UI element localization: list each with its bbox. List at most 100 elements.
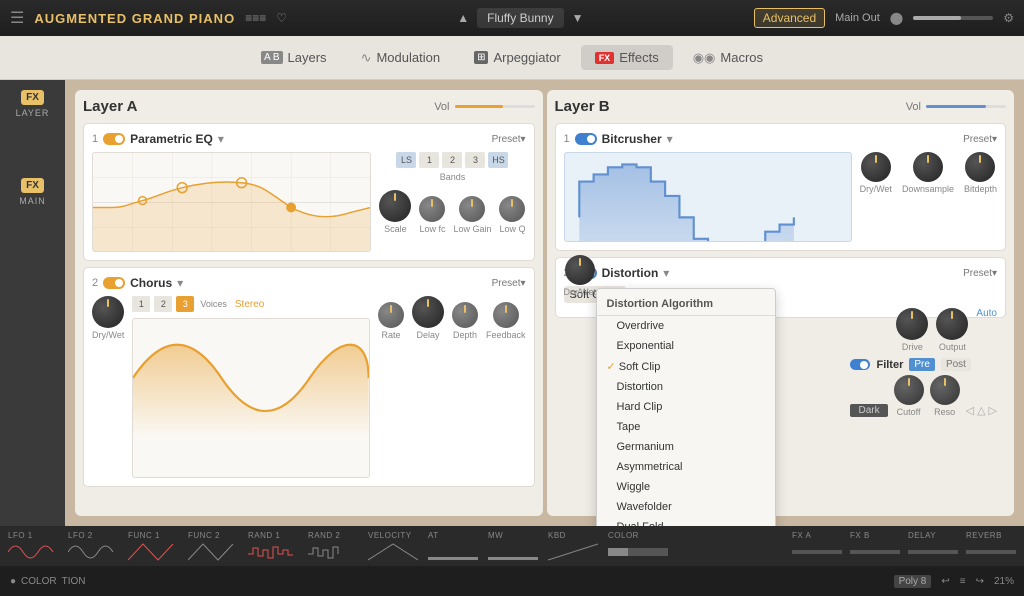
tab-layers[interactable]: A B Layers — [247, 45, 341, 70]
eq-knobs-row: Scale Low fc Low Gain — [379, 190, 525, 234]
dist-drywet-knob[interactable] — [565, 255, 595, 285]
band-hs-btn[interactable]: HS — [488, 152, 508, 168]
filter-label: Filter — [876, 359, 903, 371]
filter-arrow-up-icon[interactable]: △ — [977, 404, 985, 417]
bc-toggle[interactable] — [575, 133, 597, 145]
dist-algo-exponential[interactable]: Exponential — [597, 336, 775, 356]
chorus-drywet-knob[interactable] — [92, 296, 124, 328]
filter-post-btn[interactable]: Post — [941, 358, 971, 371]
dist-algo-softclip[interactable]: Soft Clip — [597, 356, 775, 377]
voice-3-btn[interactable]: 3 — [176, 296, 194, 312]
layer-a-vol-slider[interactable] — [455, 105, 535, 108]
chorus-delay-knob[interactable] — [412, 296, 444, 328]
speaker-icon: ⬤ — [890, 11, 903, 25]
eq-chevron-icon[interactable]: ▾ — [218, 132, 224, 146]
history-icon[interactable]: ≡ — [960, 576, 966, 587]
filter-pre-btn[interactable]: Pre — [909, 358, 935, 371]
voice-2-btn[interactable]: 2 — [154, 296, 172, 312]
chorus-depth-container: Depth — [452, 302, 478, 340]
top-bar-left: ☰ AUGMENTED GRAND PIANO ≡≡≡ ♡ — [10, 8, 287, 28]
dist-name: Distortion — [602, 266, 659, 280]
chorus-name: Chorus — [130, 276, 172, 290]
dist-algo-distortion[interactable]: Distortion — [597, 377, 775, 397]
dist-algo-asymmetrical[interactable]: Asymmetrical — [597, 457, 775, 477]
sidebar: FX LAYER FX MAIN — [0, 80, 65, 526]
eq-lowgain-knob[interactable] — [459, 196, 485, 222]
hamburger-icon[interactable]: ☰ — [10, 8, 24, 28]
advanced-button[interactable]: Advanced — [754, 8, 825, 28]
band-1-btn[interactable]: 1 — [419, 152, 439, 168]
filter-arrow-right-icon[interactable]: ▷ — [989, 404, 997, 417]
dist-chevron-icon[interactable]: ▾ — [663, 266, 669, 280]
stereo-btn[interactable]: Stereo — [235, 299, 264, 310]
bc-bitdepth-knob[interactable] — [965, 152, 995, 182]
preset-name: Fluffy Bunny — [477, 8, 563, 28]
layer-a-header: Layer A Vol — [83, 98, 535, 115]
dist-algo-dualfold[interactable]: Dual Fold — [597, 517, 775, 526]
dist-algo-wavefolder[interactable]: Wavefolder — [597, 497, 775, 517]
eq-graph[interactable] — [92, 152, 371, 252]
dist-preset-btn[interactable]: Preset▾ — [963, 268, 997, 279]
filter-dark-btn[interactable]: Dark — [850, 404, 887, 417]
filter-section: Filter Pre Post Dark Cutoff — [850, 358, 997, 417]
eq-preset-btn[interactable]: Preset▾ — [492, 134, 526, 145]
bc-drywet-knob[interactable] — [861, 152, 891, 182]
undo-icon[interactable]: ↩ — [941, 576, 949, 587]
sidebar-item-fx-main[interactable]: FX MAIN — [19, 178, 46, 206]
eq-lowfc-knob[interactable] — [419, 196, 445, 222]
chorus-depth-label: Depth — [453, 330, 477, 340]
filter-arrow-left-icon[interactable]: ◁ — [966, 404, 974, 417]
band-ls-btn[interactable]: LS — [396, 152, 416, 168]
redo-icon[interactable]: ↪ — [976, 576, 984, 587]
dist-algo-overdrive[interactable]: Overdrive — [597, 316, 775, 336]
sidebar-item-fx-layer[interactable]: FX LAYER — [16, 90, 50, 118]
dist-drive-knob[interactable] — [896, 308, 928, 340]
mod-velocity: VELOCITY — [368, 531, 418, 562]
filter-reso-knob[interactable] — [930, 375, 960, 405]
dist-algo-hardclip[interactable]: Hard Clip — [597, 397, 775, 417]
band-3-btn[interactable]: 3 — [465, 152, 485, 168]
eq-scale-label: Scale — [384, 224, 407, 234]
tab-macros[interactable]: ◉◉ Macros — [679, 45, 777, 71]
chorus-preset-btn[interactable]: Preset▾ — [492, 278, 526, 289]
chorus-depth-knob[interactable] — [452, 302, 478, 328]
layer-a-panel: Layer A Vol 1 Parametric EQ ▾ — [75, 90, 543, 516]
tab-arpeggiator[interactable]: ⊞ Arpeggiator — [460, 45, 575, 70]
status-color-label[interactable]: COLOR — [21, 576, 57, 587]
eq-lowq-knob[interactable] — [499, 196, 525, 222]
chorus-chevron-icon[interactable]: ▾ — [177, 276, 183, 290]
volume-meter — [913, 16, 993, 20]
bc-preset-btn[interactable]: Preset▾ — [963, 134, 997, 145]
filter-cutoff-knob[interactable] — [894, 375, 924, 405]
tab-effects[interactable]: FX Effects — [581, 45, 673, 70]
layer-b-vol-slider[interactable] — [926, 105, 1006, 108]
chorus-content: Dry/Wet 1 2 3 Voices Stereo — [92, 296, 526, 478]
heart-icon[interactable]: ♡ — [276, 11, 287, 25]
status-right: Poly 8 ↩ ≡ ↪ 21% — [894, 575, 1014, 588]
arrow-down-icon[interactable]: ▼ — [572, 11, 584, 25]
eq-lowq-label: Low Q — [499, 224, 525, 234]
dist-auto-btn[interactable]: Auto — [976, 308, 997, 319]
dist-algo-tape[interactable]: Tape — [597, 417, 775, 437]
dist-algo-germanium[interactable]: Germanium — [597, 437, 775, 457]
tab-modulation[interactable]: ∿ Modulation — [347, 45, 455, 71]
eq-toggle[interactable] — [103, 133, 125, 145]
chorus-rate-knob[interactable] — [378, 302, 404, 328]
dist-algo-wiggle[interactable]: Wiggle — [597, 477, 775, 497]
arrow-up-icon[interactable]: ▲ — [457, 11, 469, 25]
chorus-toggle[interactable] — [103, 277, 125, 289]
chorus-feedback-knob[interactable] — [493, 302, 519, 328]
eq-effect-header: 1 Parametric EQ ▾ Preset▾ — [92, 132, 526, 146]
filter-cutoff-container: Cutoff — [894, 375, 924, 417]
filter-toggle[interactable] — [850, 359, 870, 370]
eq-scale-knob[interactable] — [379, 190, 411, 222]
band-2-btn[interactable]: 2 — [442, 152, 462, 168]
gear-icon[interactable]: ⚙ — [1003, 11, 1014, 25]
bc-chevron-icon[interactable]: ▾ — [667, 132, 673, 146]
bc-downsample-knob[interactable] — [913, 152, 943, 182]
mod-color-label: COLOR — [608, 531, 639, 540]
status-left: ● COLOR TION — [10, 576, 86, 587]
dist-output-knob[interactable] — [936, 308, 968, 340]
voice-1-btn[interactable]: 1 — [132, 296, 150, 312]
arp-tab-label: Arpeggiator — [493, 50, 560, 65]
